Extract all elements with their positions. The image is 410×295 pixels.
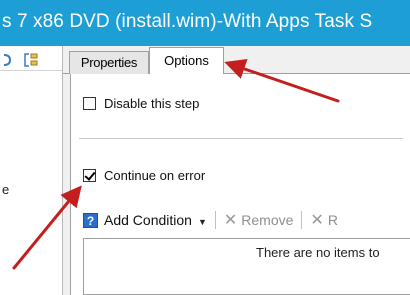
help-icon[interactable]: ? xyxy=(83,212,98,228)
conditions-empty-message: There are no items to xyxy=(256,245,380,260)
window-titlebar: s 7 x86 DVD (install.wim)-With Apps Task… xyxy=(0,0,410,46)
disable-step-checkbox[interactable] xyxy=(83,97,96,110)
tree-item-partial-label[interactable]: e xyxy=(2,182,9,197)
add-condition-button[interactable]: Add Condition ▼ xyxy=(104,212,207,228)
chevron-down-icon: ▼ xyxy=(197,217,207,227)
toolbar-partial-icon[interactable] xyxy=(2,54,12,66)
tab-strip: Properties Options xyxy=(63,46,410,75)
remove-all-icon: ✕ xyxy=(310,212,324,229)
remove-all-label: R xyxy=(327,212,338,228)
remove-condition-button[interactable]: ✕ Remove xyxy=(224,210,294,230)
toolbar-divider xyxy=(214,211,216,229)
add-condition-label: Add Condition xyxy=(104,212,192,228)
continue-on-error-option[interactable]: Continue on error xyxy=(83,168,205,183)
remove-icon: ✕ xyxy=(223,212,238,229)
task-sequence-tree-pane[interactable]: e xyxy=(0,46,63,295)
toolbar-divider xyxy=(301,211,303,229)
disable-step-label: Disable this step xyxy=(104,96,200,111)
conditions-toolbar: ? Add Condition ▼ ✕ Remove ✕ R xyxy=(83,209,338,231)
continue-on-error-label: Continue on error xyxy=(104,168,206,183)
move-step-icon[interactable] xyxy=(23,52,39,68)
disable-step-option[interactable]: Disable this step xyxy=(83,96,199,111)
left-pane-toolbar-divider xyxy=(0,70,62,71)
remove-all-button[interactable]: ✕ R xyxy=(310,210,338,230)
options-divider xyxy=(79,138,403,139)
step-properties-pane: Properties Options Disable this step Con… xyxy=(63,46,410,295)
window-title: s 7 x86 DVD (install.wim)-With Apps Task… xyxy=(2,11,373,32)
continue-on-error-checkbox[interactable] xyxy=(83,169,96,182)
conditions-list[interactable]: There are no items to xyxy=(83,238,410,295)
tab-properties[interactable]: Properties xyxy=(69,51,149,74)
remove-label: Remove xyxy=(241,212,294,228)
tab-options[interactable]: Options xyxy=(149,47,224,75)
